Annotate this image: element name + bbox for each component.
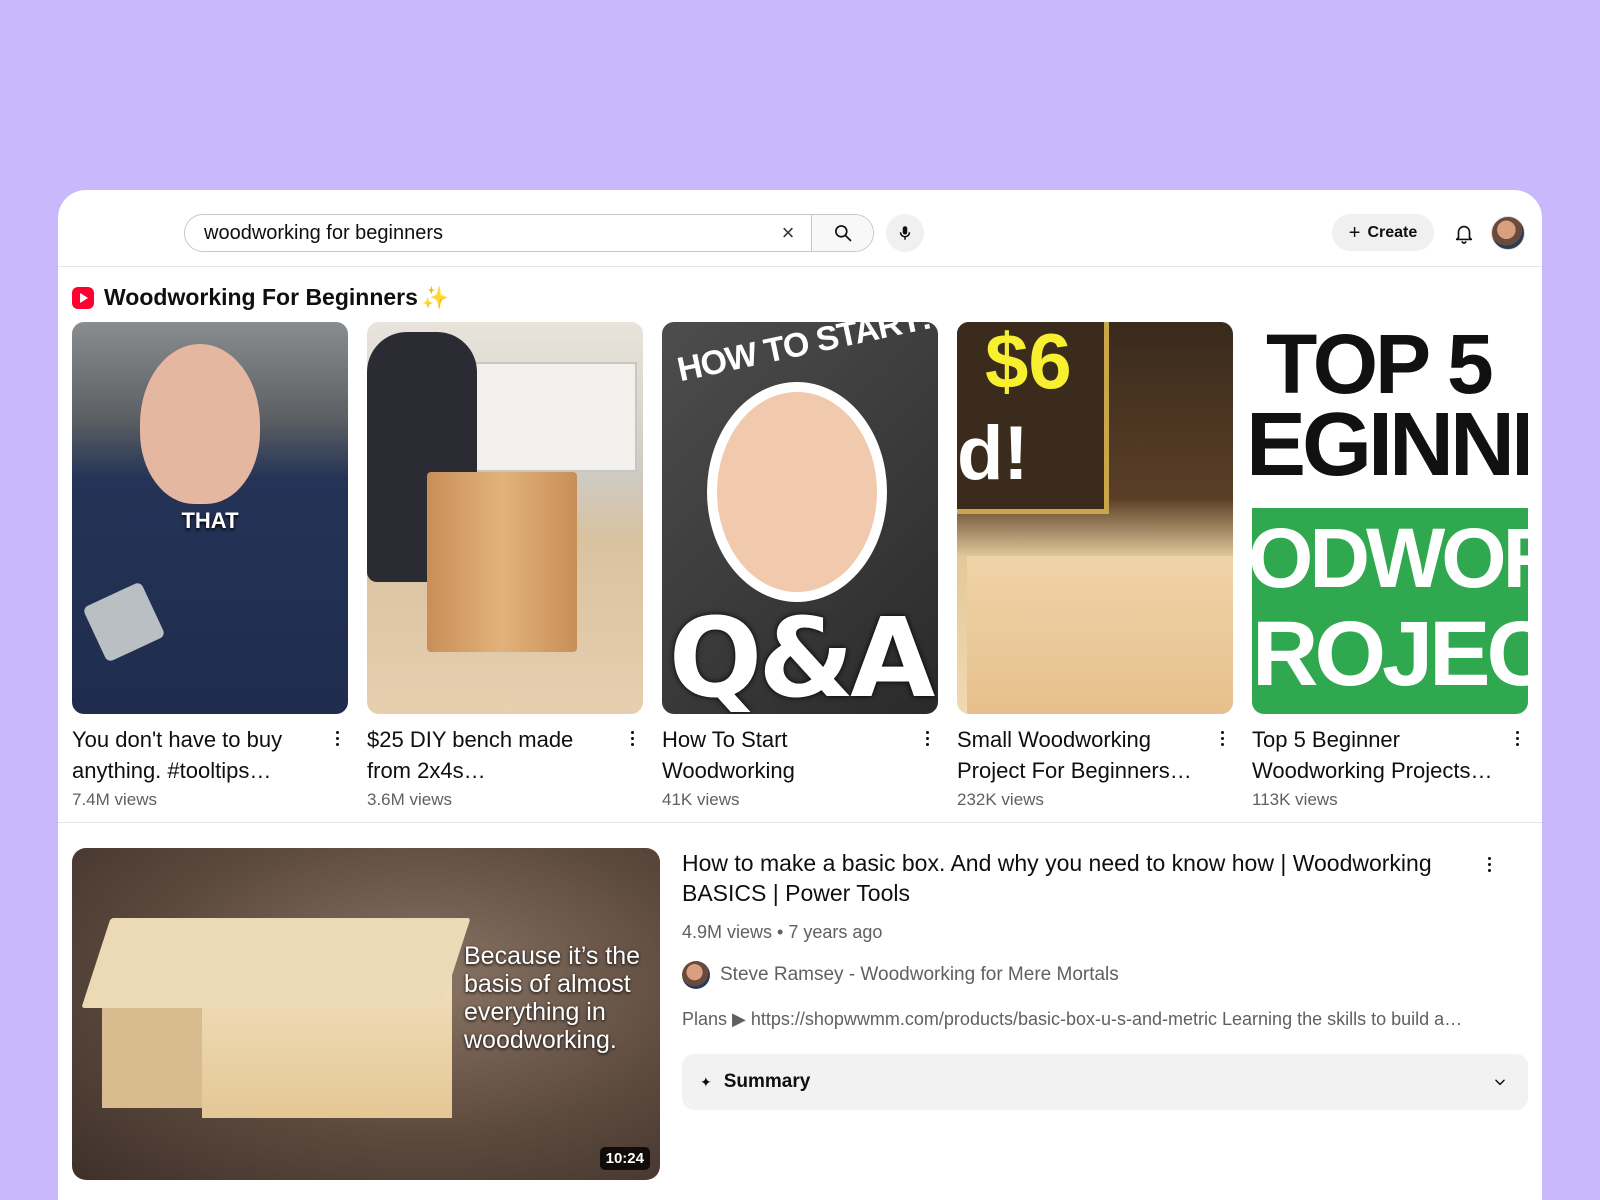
- search-bar: ×: [184, 214, 874, 252]
- search-button[interactable]: [811, 215, 873, 251]
- video-meta: 4.9M views • 7 years ago: [682, 922, 883, 942]
- thumbnail-tool: [82, 581, 166, 663]
- plus-icon: +: [1348, 221, 1361, 244]
- search-icon: [834, 225, 851, 242]
- shorts-section-header: Woodworking For Beginners ✨: [72, 284, 449, 311]
- short-views: 3.6M views: [367, 790, 453, 809]
- thumbnail-person: [717, 392, 877, 592]
- section-divider: [58, 822, 1542, 823]
- short-views: 41K views: [662, 790, 740, 809]
- thumbnail-garage-door: [457, 362, 637, 472]
- create-button[interactable]: + Create: [1332, 214, 1434, 251]
- video-duration-badge: 10:24: [599, 1147, 650, 1170]
- channel-row[interactable]: Steve Ramsey - Woodworking for Mere Mort…: [682, 961, 1442, 989]
- short-views: 7.4M views: [72, 790, 158, 809]
- video-info: How to make a basic box. And why you nee…: [682, 848, 1462, 1030]
- thumbnail-text: $6: [985, 322, 1072, 405]
- short-views: 232K views: [957, 790, 1044, 809]
- more-options-icon[interactable]: [328, 726, 346, 750]
- short-thumbnail[interactable]: [367, 322, 643, 714]
- thumbnail-text: THAT: [181, 508, 239, 533]
- short-title[interactable]: Small Woodworking Project For Beginners …: [957, 724, 1207, 786]
- shorts-logo-icon: [72, 286, 94, 309]
- short-card[interactable]: $25 DIY bench made from 2x4s… 3.6M views: [367, 322, 643, 810]
- thumbnail-caption: Because it’s the basis of almost everyth…: [464, 942, 641, 1054]
- short-title[interactable]: $25 DIY bench made from 2x4s…: [367, 724, 617, 786]
- thumbnail-text-secondary: d!: [957, 411, 1029, 496]
- more-options-icon[interactable]: [623, 726, 641, 750]
- top-bar: × + Create: [58, 190, 1542, 267]
- short-thumbnail[interactable]: HOW TO START! Q&A: [662, 322, 938, 714]
- short-card[interactable]: HOW TO START! Q&A How To Start Woodworki…: [662, 322, 938, 810]
- thumbnail-box-lid: [81, 918, 471, 1008]
- more-options-icon[interactable]: [918, 726, 936, 750]
- thumbnail-text-4: ROJECTS: [1252, 603, 1528, 705]
- microphone-icon: [899, 226, 911, 240]
- thumbnail-bench: [427, 472, 577, 652]
- summary-label: Summary: [723, 1071, 811, 1092]
- short-thumbnail[interactable]: $6 d!: [957, 322, 1233, 714]
- thumbnail-text: HOW TO START!: [674, 322, 934, 390]
- short-card[interactable]: THAT You don't have to buy anything. #to…: [72, 322, 348, 810]
- summary-expander[interactable]: ✦ Summary: [682, 1054, 1528, 1110]
- short-title[interactable]: Top 5 Beginner Woodworking Projects…: [1252, 724, 1502, 786]
- sparkle-icon: ✨: [421, 284, 450, 310]
- notifications-button[interactable]: [1450, 218, 1478, 248]
- video-thumbnail[interactable]: Because it’s the basis of almost everyth…: [72, 848, 660, 1180]
- thumbnail-text-3: ODWORK: [1252, 511, 1528, 605]
- search-input[interactable]: [185, 215, 765, 251]
- bell-icon: [1455, 225, 1473, 244]
- clear-search-button[interactable]: ×: [765, 215, 811, 251]
- section-title: Woodworking For Beginners: [104, 284, 418, 310]
- account-avatar[interactable]: [1491, 216, 1525, 250]
- thumbnail-text-2: EGINNI: [1252, 395, 1528, 495]
- short-title[interactable]: How To Start Woodworking: [662, 724, 912, 786]
- close-icon: ×: [781, 220, 795, 245]
- video-title[interactable]: How to make a basic box. And why you nee…: [682, 848, 1442, 908]
- short-title[interactable]: You don't have to buy anything. #tooltip…: [72, 724, 322, 786]
- short-thumbnail[interactable]: TOP 5 EGINNI ODWORK ROJECTS: [1252, 322, 1528, 714]
- voice-search-button[interactable]: [886, 214, 924, 252]
- shorts-row: THAT You don't have to buy anything. #to…: [72, 322, 1528, 810]
- more-options-icon[interactable]: [1213, 726, 1231, 750]
- short-thumbnail[interactable]: THAT: [72, 322, 348, 714]
- app-window: × + Create: [58, 190, 1542, 1200]
- sparkle-icon: ✦: [700, 1073, 712, 1090]
- thumbnail-text-large: Q&A: [668, 594, 936, 714]
- video-more-options-icon[interactable]: [1480, 852, 1498, 876]
- create-label: Create: [1367, 223, 1418, 241]
- more-options-icon[interactable]: [1508, 726, 1526, 750]
- channel-avatar[interactable]: [682, 961, 710, 989]
- short-card[interactable]: $6 d! Small Woodworking Project For Begi…: [957, 322, 1233, 810]
- thumbnail-person: [140, 344, 260, 504]
- channel-name[interactable]: Steve Ramsey - Woodworking for Mere Mort…: [720, 964, 1119, 986]
- thumbnail-wood: [967, 556, 1233, 714]
- short-card[interactable]: TOP 5 EGINNI ODWORK ROJECTS Top 5 Beginn…: [1252, 322, 1528, 810]
- video-description: Plans ▶ https://shopwwmm.com/products/ba…: [682, 1009, 1463, 1029]
- chevron-down-icon: [1490, 1072, 1510, 1092]
- short-views: 113K views: [1252, 790, 1338, 809]
